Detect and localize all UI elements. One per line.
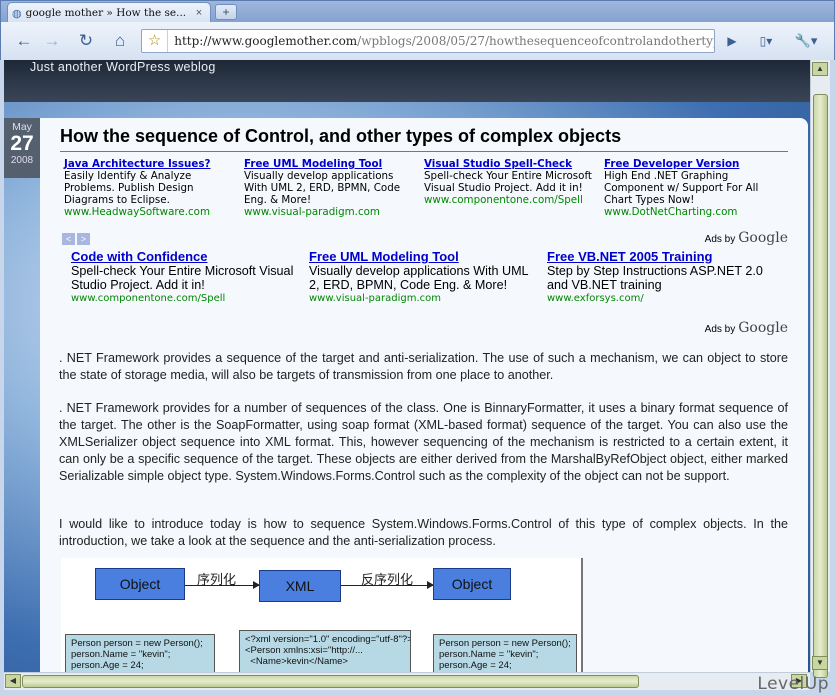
google-logo: Google [738,230,788,246]
blog-header: Just another WordPress weblog [4,60,810,102]
diagram-object-box: Object [95,568,185,600]
tab-active[interactable]: ◍ google mother » How the se... × [7,2,211,23]
blog-tagline: Just another WordPress weblog [30,60,216,74]
ad-body: Spell-check Your Entire Microsoft Visual… [424,170,592,194]
horizontal-scroll-thumb[interactable] [22,675,639,688]
ad-headline[interactable]: Free UML Modeling Tool [244,158,416,170]
ad-prev-button[interactable]: < [62,233,75,245]
forward-button[interactable]: → [39,28,65,54]
scroll-down-button[interactable]: ▼ [812,656,828,670]
ad-headline[interactable]: Code with Confidence [71,250,297,264]
ad-url[interactable]: www.HeadwaySoftware.com [64,206,236,218]
tab-strip: ◍ google mother » How the se... × + [0,0,835,23]
address-bar[interactable]: ☆ http://www.googlemother.com/wpblogs/20… [141,29,715,53]
reload-button[interactable]: ↻ [73,28,99,54]
ad-headline[interactable]: Java Architecture Issues? [64,158,236,170]
ad-url[interactable]: www.exforsys.com/ [547,292,773,306]
url-path: /wpblogs/2008/05/27/howthesequenceofcont… [357,34,714,48]
ad-url[interactable]: www.visual-paradigm.com [309,292,535,306]
ad-unit[interactable]: Visual Studio Spell-Check Spell-check Yo… [424,158,596,206]
browser-toolbar: ← → ↻ ⌂ ☆ http://www.googlemother.com/wp… [0,22,835,60]
scroll-left-button[interactable]: ◀ [5,674,21,688]
ads-by-google[interactable]: Ads by Google [705,320,788,336]
serialization-diagram: Object 序列化 XML 反序列化 Object Person person… [61,558,583,672]
tab-title: google mother » How the se... [25,7,187,19]
post-paragraph: . NET Framework provides for a number of… [59,401,788,483]
post-paragraph: . NET Framework provides a sequence of t… [59,351,788,382]
deserialize-label: 反序列化 [361,572,414,587]
home-button[interactable]: ⌂ [107,28,133,54]
ad-unit[interactable]: Java Architecture Issues? Easily Identif… [64,158,236,218]
ad-body: Easily Identify & Analyze Problems. Publ… [64,170,194,206]
diagram-code-right: Person person = new Person(); person.Nam… [433,634,577,672]
ad-unit[interactable]: Code with Confidence Spell-check Your En… [71,250,297,306]
tools-menu-button[interactable]: 🔧▾ [789,28,823,54]
star-icon[interactable]: ☆ [142,30,169,52]
levelup-watermark: LevelUp [757,674,829,694]
ad-body: Visually develop applications With UML 2… [244,170,401,206]
post-paragraph: I would like to introduce today is how t… [59,517,788,548]
ad-body: High End .NET Graphing Component w/ Supp… [604,170,759,206]
ad-nav-arrows: < > [62,233,90,245]
post-title: How the sequence of Control, and other t… [60,126,622,146]
page-viewport: Just another WordPress weblog May 27 200… [4,60,810,672]
go-button[interactable]: ▶ [719,28,745,54]
horizontal-scrollbar[interactable]: ◀ ▶ [4,672,810,690]
post-date: May 27 2008 [4,118,40,178]
scroll-up-button[interactable]: ▲ [812,62,828,76]
serialize-label: 序列化 [197,572,237,587]
url-text: http://www.googlemother.com/wpblogs/2008… [168,34,714,48]
close-tab-icon[interactable]: × [192,6,206,20]
date-day: 27 [10,132,34,155]
ad-url[interactable]: www.visual-paradigm.com [244,206,416,218]
ad-url[interactable]: www.componentone.com/Spell [71,292,297,306]
back-button[interactable]: ← [11,28,37,54]
ad-unit[interactable]: Free VB.NET 2005 Training Step by Step I… [547,250,773,306]
ad-unit[interactable]: Free Developer Version High End .NET Gra… [604,158,776,218]
ad-headline[interactable]: Free Developer Version [604,158,776,170]
date-year: 2008 [10,155,34,166]
ad-url[interactable]: www.DotNetCharting.com [604,206,776,218]
ad-headline[interactable]: Visual Studio Spell-Check [424,158,596,170]
post-content: How the sequence of Control, and other t… [40,118,808,672]
diagram-object-box: Object [433,568,511,600]
date-month: May [12,121,32,133]
ads-by-label: Ads by [704,324,736,335]
google-logo: Google [738,320,788,336]
ads-by-google[interactable]: Ads by Google [705,230,788,246]
ad-headline[interactable]: Free UML Modeling Tool [309,250,535,264]
diagram-xml-box: XML [259,570,341,602]
ad-url[interactable]: www.componentone.com/Spell [424,194,596,206]
url-host: http://www.googlemother.com [174,34,358,48]
diagram-code-mid: <?xml version="1.0" encoding="utf-8"?> <… [239,630,411,672]
ad-headline[interactable]: Free VB.NET 2005 Training [547,250,773,264]
title-divider [60,151,788,152]
ad-body: Spell-check Your Entire Microsoft Visual… [71,264,294,292]
new-tab-button[interactable]: + [215,4,237,20]
ad-unit[interactable]: Free UML Modeling Tool Visually develop … [244,158,416,218]
ads-by-label: Ads by [704,234,736,245]
vertical-scrollbar[interactable]: ▲ ▼ [810,60,830,678]
ad-body: Step by Step Instructions ASP.NET 2.0 an… [547,264,763,292]
ad-next-button[interactable]: > [77,233,90,245]
ad-body: Visually develop applications With UML 2… [309,264,529,292]
ad-unit[interactable]: Free UML Modeling Tool Visually develop … [309,250,535,306]
vertical-scroll-thumb[interactable] [813,94,828,678]
globe-icon: ◍ [12,7,22,20]
diagram-code-left: Person person = new Person(); person.Nam… [65,634,215,672]
page-menu-button[interactable]: ▯▾ [749,28,783,54]
